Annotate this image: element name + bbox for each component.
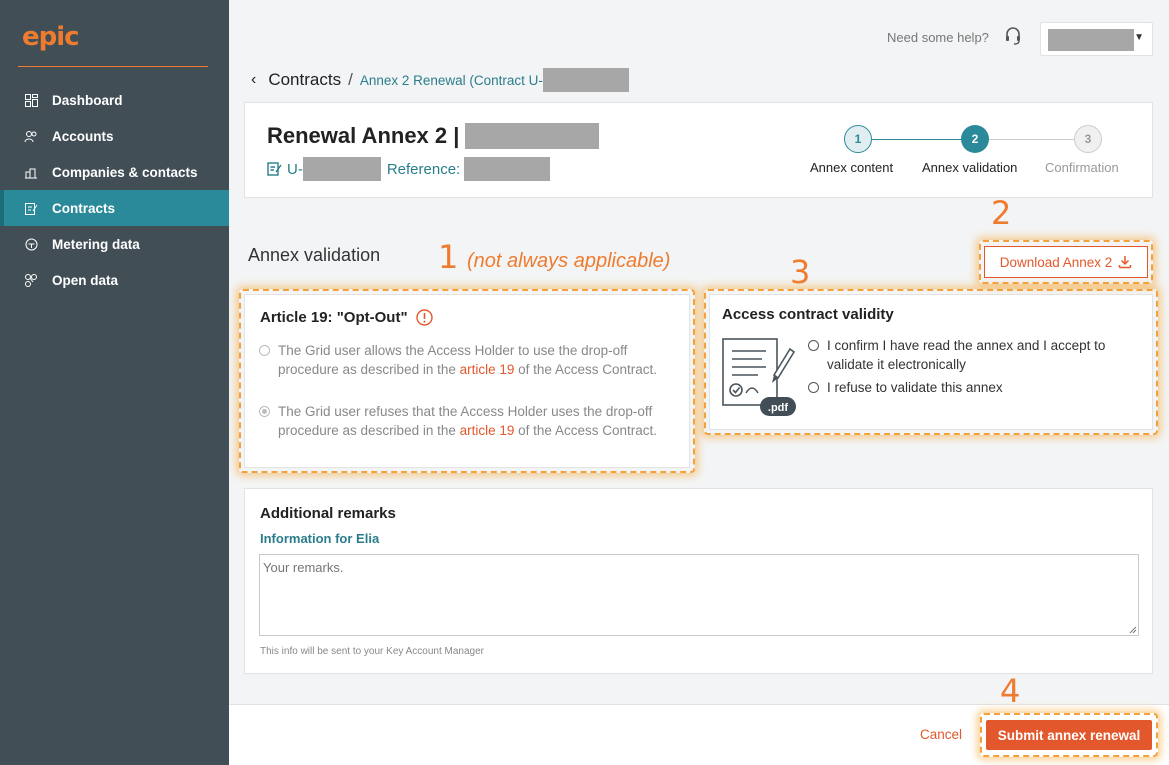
step-2-circle: 2: [961, 125, 989, 153]
article-19-link[interactable]: article 19: [460, 362, 515, 377]
option-label: I refuse to validate this annex: [827, 380, 1003, 395]
validity-title: Access contract validity: [722, 306, 894, 323]
sidebar: epic Dashboard Accounts Companies & cont…: [0, 0, 229, 765]
share-icon: [22, 273, 40, 287]
sidebar-item-label: Metering data: [52, 236, 140, 252]
sidebar-item-label: Companies & contacts: [52, 164, 198, 180]
opt-out-option-allow[interactable]: The Grid user allows the Access Holder t…: [259, 341, 679, 379]
step-3-circle: 3: [1074, 125, 1102, 153]
users-icon: [22, 129, 40, 143]
option-text-post: of the Access Contract.: [514, 423, 657, 438]
breadcrumb-separator: /: [348, 70, 353, 89]
option-text: The Grid user allows the Access Holder t…: [278, 341, 679, 379]
validity-option-accept[interactable]: I confirm I have read the annex and I ac…: [808, 336, 1138, 374]
radio-button-checked[interactable]: [259, 406, 270, 417]
resize-grip-icon[interactable]: [1129, 626, 1137, 634]
remarks-title: Additional remarks: [260, 505, 396, 522]
stepper-connector: [989, 139, 1074, 140]
validity-option-refuse[interactable]: I refuse to validate this annex: [808, 378, 1138, 397]
header-subline: U- Reference:: [267, 157, 551, 181]
article-title-wrap: Article 19: "Opt-Out": [260, 309, 433, 326]
article-title: Article 19: "Opt-Out": [260, 309, 408, 326]
radio-button[interactable]: [808, 382, 819, 393]
headset-icon[interactable]: [1004, 26, 1022, 46]
building-icon: [22, 165, 40, 179]
logo-divider: [18, 66, 208, 67]
breadcrumb: ‹ Contracts / Annex 2 Renewal (Contract …: [251, 68, 629, 92]
sidebar-item-accounts[interactable]: Accounts: [0, 118, 229, 154]
annotation-number-1: 1: [438, 238, 459, 276]
sidebar-item-dashboard[interactable]: Dashboard: [0, 82, 229, 118]
sidebar-item-label: Open data: [52, 272, 119, 288]
sidebar-item-label: Dashboard: [52, 92, 123, 108]
page-title-wrap: Renewal Annex 2 |: [267, 123, 600, 149]
help-link[interactable]: Need some help?: [887, 30, 989, 45]
chevron-left-icon[interactable]: ‹: [251, 71, 256, 89]
sidebar-item-label: Accounts: [52, 128, 114, 144]
step-1-circle: 1: [844, 125, 872, 153]
redacted-contract-id: [542, 68, 629, 92]
step-2-label: Annex validation: [922, 160, 1018, 175]
option-text: The Grid user refuses that the Access Ho…: [278, 402, 679, 440]
app-logo[interactable]: epic: [22, 22, 80, 52]
dashboard-icon: [22, 93, 40, 107]
opt-out-option-refuse[interactable]: The Grid user refuses that the Access Ho…: [259, 402, 679, 440]
annotation-number-3: 3: [790, 253, 811, 291]
redacted-contract-number: [302, 157, 381, 181]
breadcrumb-root[interactable]: Contracts: [268, 70, 341, 90]
radio-button[interactable]: [808, 340, 819, 351]
additional-remarks-card: Additional remarks Information for Elia …: [244, 488, 1153, 674]
access-contract-validity-card: Access contract validity .pdf I confirm …: [709, 294, 1153, 430]
section-title: Annex validation: [248, 245, 381, 265]
remarks-subtitle: Information for Elia: [260, 531, 380, 546]
info-icon[interactable]: [415, 309, 433, 326]
redacted-title: [465, 123, 600, 149]
redacted-username: [1048, 29, 1134, 51]
contract-icon: [22, 201, 40, 215]
option-label: I confirm I have read the annex and I ac…: [827, 338, 1106, 372]
download-icon: [1119, 256, 1132, 269]
cancel-button[interactable]: Cancel: [920, 727, 962, 742]
pdf-label: .pdf: [768, 402, 788, 414]
reference-label: Reference:: [386, 160, 461, 178]
option-text-post: of the Access Contract.: [514, 362, 657, 377]
submit-annex-renewal-button[interactable]: Submit annex renewal: [986, 720, 1152, 750]
sidebar-item-label: Contracts: [52, 200, 116, 216]
sidebar-item-metering[interactable]: Metering data: [0, 226, 229, 262]
radio-button[interactable]: [259, 345, 270, 356]
sidebar-item-contracts[interactable]: Contracts: [0, 190, 229, 226]
step-3-label: Confirmation: [1045, 160, 1119, 175]
remarks-note: This info will be sent to your Key Accou…: [260, 646, 485, 657]
download-annex-button[interactable]: Download Annex 2: [984, 246, 1148, 278]
sidebar-nav: Dashboard Accounts Companies & contacts …: [0, 82, 229, 298]
redacted-reference: [464, 157, 551, 181]
sidebar-item-open-data[interactable]: Open data: [0, 262, 229, 298]
download-annex-label: Download Annex 2: [999, 254, 1113, 270]
sidebar-item-companies[interactable]: Companies & contacts: [0, 154, 229, 190]
pdf-document-icon: .pdf: [722, 338, 796, 416]
breadcrumb-current: Annex 2 Renewal (Contract U-: [359, 72, 543, 88]
edit-document-icon: [267, 162, 282, 176]
article-19-card: Article 19: "Opt-Out" The Grid user allo…: [244, 294, 690, 468]
meter-icon: [22, 237, 40, 251]
header-card: Renewal Annex 2 | U- Reference: 1 2 3 An…: [244, 102, 1153, 198]
user-menu-dropdown[interactable]: ▼: [1040, 22, 1153, 56]
article-19-link[interactable]: article 19: [460, 423, 515, 438]
page-title: Renewal Annex 2 |: [267, 123, 460, 148]
caret-down-icon: ▼: [1134, 32, 1144, 43]
contract-id-prefix: U-: [287, 160, 303, 178]
stepper-connector: [872, 139, 961, 140]
progress-stepper: 1 2 3 Annex content Annex validation Con…: [803, 125, 1143, 185]
step-1-label: Annex content: [810, 160, 894, 175]
annotation-note: (not always applicable): [467, 250, 671, 272]
remarks-textarea[interactable]: [259, 554, 1139, 636]
annotation-number-2: 2: [991, 194, 1012, 232]
